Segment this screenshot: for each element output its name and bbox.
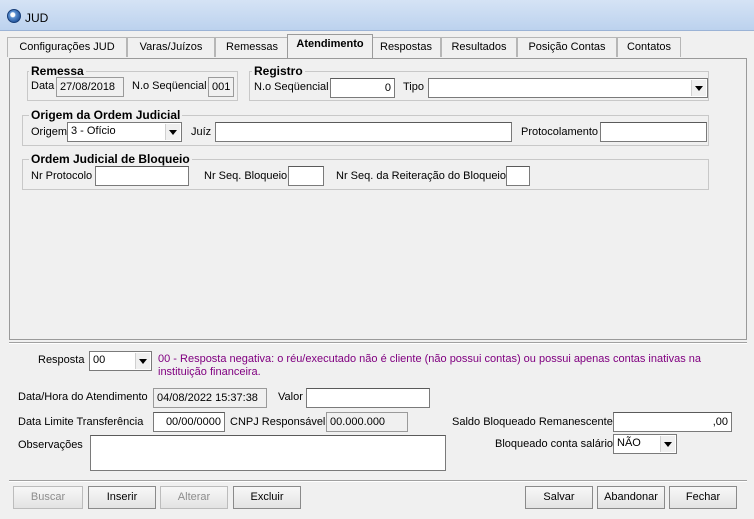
tab-posicao-contas[interactable]: Posição Contas [517, 37, 617, 57]
origem-select[interactable]: 3 - Ofício [67, 122, 182, 142]
registro-tipo-select[interactable] [428, 78, 708, 98]
tab-atendimento[interactable]: Atendimento [287, 34, 373, 58]
reiteracao-input[interactable] [506, 166, 530, 186]
cnpj-label: CNPJ Responsável [230, 416, 326, 428]
salario-select[interactable]: NÃO [613, 434, 677, 454]
remessa-data-field: 27/08/2018 [56, 77, 124, 97]
tab-respostas[interactable]: Respostas [371, 37, 441, 57]
tab-configuracoes-jud[interactable]: Configurações JUD [7, 37, 127, 57]
obs-textarea[interactable] [90, 435, 446, 471]
resposta-description: 00 - Resposta negativa: o réu/executado … [158, 353, 702, 378]
tab-varas-juizos[interactable]: Varas/Juízos [127, 37, 215, 57]
chevron-down-icon[interactable] [135, 353, 150, 369]
limite-input[interactable]: 00/00/0000 [153, 412, 225, 432]
registro-seq-label: N.o Seqüencial [254, 81, 329, 93]
protocolamento-label: Protocolamento [521, 126, 599, 138]
section-divider [9, 342, 747, 344]
saldo-label: Saldo Bloqueado Remanescente [452, 416, 613, 428]
fechar-button[interactable]: Fechar [669, 486, 737, 509]
valor-input[interactable] [306, 388, 430, 408]
saldo-input[interactable]: ,00 [613, 412, 732, 432]
salvar-button[interactable]: Salvar [525, 486, 593, 509]
tab-resultados[interactable]: Resultados [441, 37, 517, 57]
remessa-data-label: Data [31, 80, 55, 92]
protocolamento-input[interactable] [600, 122, 707, 142]
origem-title: Origem da Ordem Judicial [29, 108, 183, 122]
obs-label: Observações [18, 439, 83, 451]
seq-bloqueio-label: Nr Seq. Bloqueio [204, 170, 288, 182]
resposta-label: Resposta [38, 354, 85, 366]
salario-value: NÃO [617, 437, 641, 449]
registro-tipo-label: Tipo [403, 81, 424, 93]
resposta-value: 00 [93, 354, 106, 366]
resposta-select[interactable]: 00 [89, 351, 152, 371]
abandonar-button[interactable]: Abandonar [597, 486, 665, 509]
protocolo-input[interactable] [95, 166, 189, 186]
atendimento-label: Data/Hora do Atendimento [18, 391, 148, 403]
buscar-button[interactable]: Buscar [13, 486, 83, 509]
cnpj-field: 00.000.000 [326, 412, 408, 432]
tab-remessas[interactable]: Remessas [215, 37, 289, 57]
tab-strip: Configurações JUD Varas/Juízos Remessas … [7, 34, 747, 59]
registro-seq-input[interactable]: 0 [330, 78, 395, 98]
buttons-divider [9, 480, 747, 482]
salario-label: Bloqueado conta salário [495, 438, 614, 450]
remessa-seq-label: N.o Seqüencial [132, 80, 207, 92]
app-icon [7, 9, 21, 23]
inserir-button[interactable]: Inserir [88, 486, 156, 509]
tab-contatos[interactable]: Contatos [617, 37, 681, 57]
excluir-button[interactable]: Excluir [233, 486, 301, 509]
juiz-label: Juíz [191, 126, 212, 138]
origem-label: Origem [31, 126, 68, 138]
origem-value: 3 - Ofício [71, 125, 116, 137]
juiz-input[interactable] [215, 122, 512, 142]
chevron-down-icon[interactable] [660, 436, 675, 452]
seq-bloqueio-input[interactable] [288, 166, 324, 186]
alterar-button[interactable]: Alterar [160, 486, 228, 509]
chevron-down-icon[interactable] [165, 124, 180, 140]
window-title: JUD [25, 11, 49, 25]
chevron-down-icon[interactable] [691, 80, 706, 96]
limite-label: Data Limite Transferência [18, 416, 144, 428]
atendimento-field: 04/08/2022 15:37:38 [153, 388, 267, 408]
registro-title: Registro [252, 64, 305, 78]
title-bar [0, 0, 754, 31]
bloqueio-title: Ordem Judicial de Bloqueio [29, 152, 192, 166]
remessa-title: Remessa [29, 64, 86, 78]
remessa-seq-field: 001 [208, 77, 234, 97]
valor-label: Valor [278, 391, 303, 403]
reiteracao-label: Nr Seq. da Reiteração do Bloqueio [336, 170, 506, 182]
protocolo-label: Nr Protocolo [31, 170, 93, 182]
